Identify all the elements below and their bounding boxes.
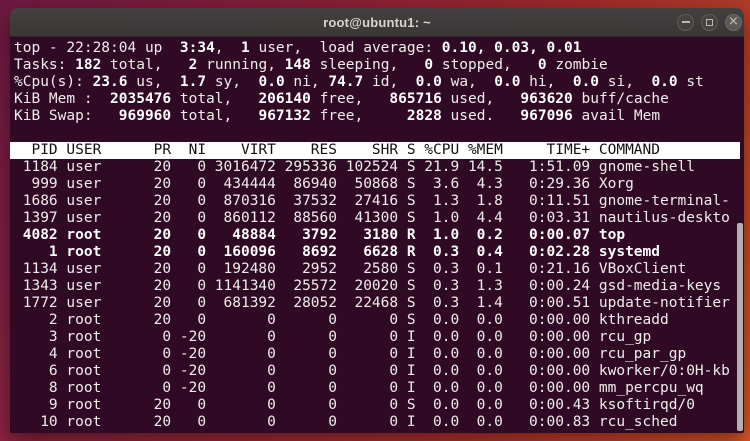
summary-line: top - 22:28:04 up 3:34, 1 user, load ave… [14, 40, 582, 56]
terminal-body[interactable]: top - 22:28:04 up 3:34, 1 user, load ave… [10, 37, 744, 433]
summary-line: %Cpu(s): 23.6 us, 1.7 sy, 0.0 ni, 74.7 i… [14, 74, 704, 90]
minimize-icon [681, 21, 690, 23]
process-row: 1184 user 20 0 3016472 295336 102524 S 2… [14, 159, 695, 175]
process-row: 8 root 0 -20 0 0 0 I 0.0 0.0 0:00.00 mm_… [14, 380, 704, 396]
process-row: 1134 user 20 0 192480 2952 2580 S 0.3 0.… [14, 261, 687, 277]
summary-line: Tasks: 182 total, 2 running, 148 sleepin… [14, 57, 608, 73]
process-row: 4082 root 20 0 48884 3792 3180 R 1.0 0.2… [14, 227, 626, 243]
summary-line: KiB Swap: 969960 total, 967132 free, 282… [14, 108, 661, 124]
scrollbar-thumb[interactable] [737, 223, 743, 431]
process-row: 1397 user 20 0 860112 88560 41300 S 1.0 … [14, 210, 730, 226]
window-title: root@ubuntu1: ~ [323, 14, 431, 30]
process-row: 1343 user 20 0 1141340 25572 20020 S 0.3… [14, 278, 722, 294]
close-icon: × [728, 14, 739, 29]
process-row: 1 root 20 0 160096 8692 6628 R 0.3 0.4 0… [14, 244, 661, 260]
process-row: 4 root 0 -20 0 0 0 I 0.0 0.0 0:00.00 rcu… [14, 346, 687, 362]
process-row: 1686 user 20 0 870316 37532 27416 S 1.3 … [14, 193, 730, 209]
process-row: 999 user 20 0 434444 86940 50868 S 3.6 4… [14, 176, 634, 192]
minimize-button[interactable] [677, 13, 694, 31]
window-controls: × [677, 8, 742, 36]
desktop-background: root@ubuntu1: ~ × top - 22:28:04 up 3:34… [0, 0, 750, 441]
maximize-icon [706, 18, 713, 26]
process-row: 9 root 20 0 0 0 0 S 0.0 0.0 0:00.43 ksof… [14, 397, 695, 413]
titlebar[interactable]: root@ubuntu1: ~ × [10, 8, 744, 37]
maximize-button[interactable] [701, 13, 718, 31]
process-table: 1184 user 20 0 3016472 295336 102524 S 2… [14, 159, 744, 431]
process-row: 3 root 0 -20 0 0 0 I 0.0 0.0 0:00.00 rcu… [14, 329, 652, 345]
summary-line: KiB Mem : 2035476 total, 206140 free, 86… [14, 91, 669, 107]
top-summary: top - 22:28:04 up 3:34, 1 user, load ave… [14, 40, 744, 125]
process-row: 1772 user 20 0 681392 28052 22468 S 0.3 … [14, 295, 730, 311]
terminal-window: root@ubuntu1: ~ × top - 22:28:04 up 3:34… [10, 8, 744, 433]
process-row: 6 root 0 -20 0 0 0 I 0.0 0.0 0:00.00 kwo… [14, 363, 730, 379]
process-table-header: PID USER PR NI VIRT RES SHR S %CPU %MEM … [10, 142, 740, 159]
process-row: 2 root 20 0 0 0 0 S 0.0 0.0 0:00.00 kthr… [14, 312, 669, 328]
close-button[interactable]: × [725, 13, 742, 31]
process-row: 10 root 20 0 0 0 0 I 0.0 0.0 0:00.83 rcu… [14, 414, 678, 430]
